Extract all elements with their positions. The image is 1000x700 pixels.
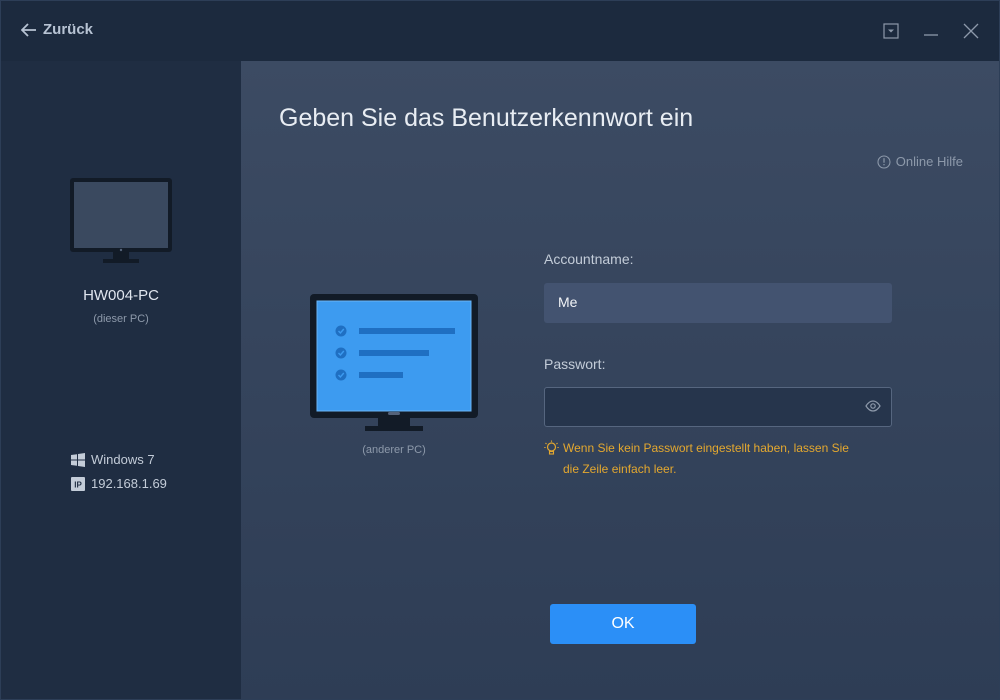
ip-info: IP 192.168.1.69	[71, 476, 167, 491]
ok-button[interactable]: OK	[550, 604, 696, 644]
close-icon	[963, 23, 979, 39]
other-pc-monitor-icon	[310, 294, 478, 431]
ip-icon: IP	[71, 476, 85, 491]
dropdown-icon	[883, 23, 899, 39]
page-title: Geben Sie das Benutzerkennwort ein	[279, 104, 694, 132]
minimize-button[interactable]	[919, 19, 943, 43]
back-label: Zurück	[43, 21, 94, 38]
account-input[interactable]	[544, 283, 858, 321]
title-bar: Zurück	[1, 1, 999, 61]
arrow-left-icon	[21, 22, 36, 37]
svg-text:IP: IP	[74, 480, 82, 489]
os-info: Windows 7	[71, 452, 155, 467]
this-pc-name: HW004-PC	[83, 287, 159, 304]
hint-text: Wenn Sie kein Passwort eingestellt haben…	[563, 441, 849, 476]
online-help-link[interactable]: Online Hilfe	[877, 154, 963, 169]
minimize-icon	[924, 34, 938, 36]
this-pc-monitor-icon	[70, 178, 172, 263]
password-input[interactable]	[545, 388, 859, 426]
main-panel: Geben Sie das Benutzerkennwort ein Onlin…	[241, 61, 999, 699]
this-pc-subtitle: (dieser PC)	[93, 313, 149, 325]
password-field[interactable]	[544, 387, 892, 427]
close-button[interactable]	[959, 19, 983, 43]
online-help-label: Online Hilfe	[895, 154, 963, 169]
password-hint: Wenn Sie kein Passwort eingestellt haben…	[544, 438, 863, 480]
password-label: Passwort:	[544, 356, 606, 372]
help-icon	[877, 154, 891, 169]
app-window: Zurück HW004-PC (dieser PC) Windows 7 IP…	[0, 0, 1000, 700]
lightbulb-icon	[544, 440, 559, 455]
account-field[interactable]	[544, 283, 892, 323]
eye-icon[interactable]	[865, 400, 881, 412]
account-label: Accountname:	[544, 251, 634, 267]
os-label: Windows 7	[91, 452, 155, 467]
windows-icon	[71, 452, 85, 467]
menu-dropdown-button[interactable]	[879, 19, 903, 43]
back-button[interactable]: Zurück	[21, 21, 93, 38]
ip-address: 192.168.1.69	[91, 476, 167, 491]
sidebar: HW004-PC (dieser PC) Windows 7 IP 192.16…	[1, 61, 241, 699]
other-pc-label: (anderer PC)	[362, 444, 426, 456]
